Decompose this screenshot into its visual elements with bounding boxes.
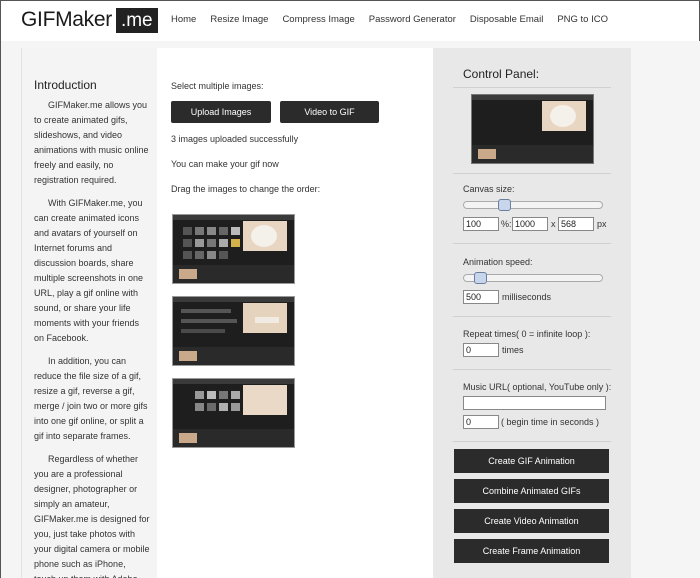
drag-hint: Drag the images to change the order: <box>171 184 321 194</box>
create-video-animation-button[interactable]: Create Video Animation <box>454 509 609 533</box>
nav-password-generator[interactable]: Password Generator <box>369 14 456 25</box>
nav-png-to-ico[interactable]: PNG to ICO <box>557 14 608 25</box>
nav-compress-image[interactable]: Compress Image <box>282 14 354 25</box>
upload-images-button[interactable]: Upload Images <box>171 101 271 123</box>
slider-handle[interactable] <box>498 199 511 211</box>
canvas-width-input[interactable]: 1000 <box>512 217 548 231</box>
intro-paragraph: Regardless of whether you are a professi… <box>34 454 150 578</box>
begin-time-unit: ( begin time in seconds ) <box>501 417 600 427</box>
divider <box>453 173 611 174</box>
divider <box>453 87 611 88</box>
canvas-size-label: Canvas size: <box>463 184 515 194</box>
control-panel-title: Control Panel: <box>463 67 540 81</box>
uploaded-image-thumbnail[interactable] <box>172 214 295 284</box>
upload-status: 3 images uploaded successfully <box>171 134 299 144</box>
animation-speed-input[interactable]: 500 <box>463 290 499 304</box>
nav-home[interactable]: Home <box>171 14 196 25</box>
intro-text: GIFMaker.me allows you to create animate… <box>34 98 150 578</box>
music-begin-input[interactable]: 0 <box>463 415 499 429</box>
dimension-separator: x <box>551 219 556 229</box>
slider-handle[interactable] <box>474 272 487 284</box>
animation-speed-label: Animation speed: <box>463 257 533 267</box>
milliseconds-unit: milliseconds <box>502 292 552 302</box>
divider <box>453 243 611 244</box>
intro-paragraph: GIFMaker.me allows you to create animate… <box>34 100 149 185</box>
uploaded-image-thumbnail[interactable] <box>172 378 295 448</box>
create-frame-animation-button[interactable]: Create Frame Animation <box>454 539 609 563</box>
repeat-times-input[interactable]: 0 <box>463 343 499 357</box>
animation-speed-slider[interactable] <box>463 272 603 284</box>
percent-unit: %: <box>501 219 512 229</box>
intro-paragraph: With GIFMaker.me, you can create animate… <box>34 198 144 343</box>
intro-paragraph: In addition, you can reduce the file siz… <box>34 356 148 441</box>
top-bar: GIFMaker .me Home Resize Image Compress … <box>1 1 700 41</box>
site-logo[interactable]: GIFMaker .me <box>21 7 158 33</box>
combine-animated-gifs-button[interactable]: Combine Animated GIFs <box>454 479 609 503</box>
uploaded-image-thumbnail[interactable] <box>172 296 295 366</box>
times-unit: times <box>502 345 524 355</box>
animation-preview <box>471 94 594 164</box>
nav-resize-image[interactable]: Resize Image <box>210 14 268 25</box>
canvas-percent-input[interactable]: 100 <box>463 217 499 231</box>
main-nav: Home Resize Image Compress Image Passwor… <box>171 14 622 25</box>
divider <box>453 369 611 370</box>
video-to-gif-button[interactable]: Video to GIF <box>280 101 379 123</box>
create-gif-animation-button[interactable]: Create GIF Animation <box>454 449 609 473</box>
repeat-times-label: Repeat times( 0 = infinite loop ): <box>463 329 591 339</box>
logo-suffix: .me <box>115 7 158 33</box>
canvas-size-slider[interactable] <box>463 199 603 211</box>
make-now-text: You can make your gif now <box>171 159 279 169</box>
divider <box>453 316 611 317</box>
intro-title: Introduction <box>34 78 97 92</box>
divider <box>453 441 611 442</box>
nav-disposable-email[interactable]: Disposable Email <box>470 14 543 25</box>
music-url-label: Music URL( optional, YouTube only ): <box>463 382 612 392</box>
px-unit: px <box>597 219 607 229</box>
music-url-input[interactable] <box>463 396 606 410</box>
logo-text: GIFMaker <box>21 8 112 31</box>
canvas-height-input[interactable]: 568 <box>558 217 594 231</box>
select-images-label: Select multiple images: <box>171 81 264 91</box>
